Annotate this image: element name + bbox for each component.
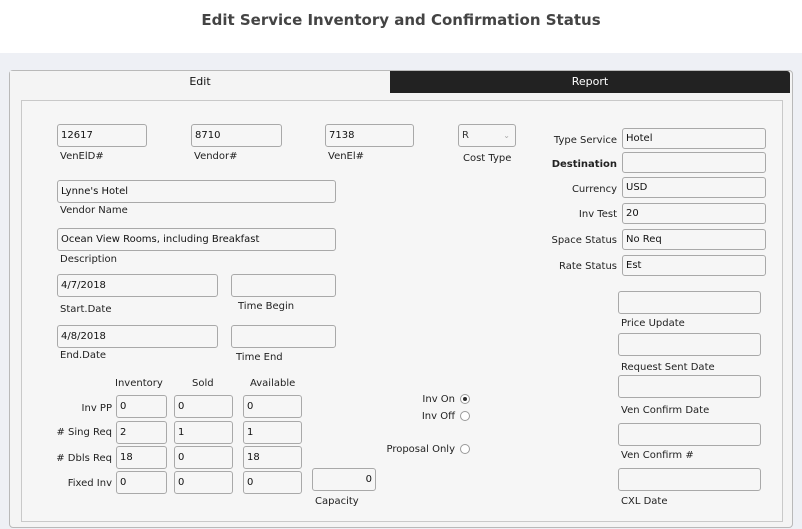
capacity-input[interactable]: 0 <box>312 468 376 491</box>
tab-report[interactable]: Report <box>390 71 790 93</box>
inv-on-label: Inv On <box>422 394 455 405</box>
time-end-label: Time End <box>236 352 283 363</box>
proposal-only-radio[interactable] <box>460 444 470 454</box>
type-service-label: Type Service <box>553 135 617 146</box>
time-end-input[interactable] <box>231 325 336 348</box>
vendor-label: Vendor# <box>194 151 238 162</box>
cost-type-select[interactable]: R ⌄ <box>458 124 516 147</box>
inv-test-input[interactable]: 20 <box>622 203 766 224</box>
available-header: Available <box>250 378 296 389</box>
fixed-inv-sold-input[interactable]: 0 <box>174 471 233 494</box>
inv-pp-label: Inv PP <box>81 403 112 414</box>
fixed-inv-inventory-input[interactable]: 0 <box>116 471 167 494</box>
destination-label: Destination <box>551 159 617 170</box>
chevron-down-icon: ⌄ <box>503 131 510 140</box>
cost-type-value: R <box>462 130 469 141</box>
description-input[interactable]: Ocean View Rooms, including Breakfast <box>57 228 336 251</box>
inv-pp-inventory-input[interactable]: 0 <box>116 395 167 418</box>
end-date-label: End.Date <box>60 350 107 361</box>
destination-input[interactable] <box>622 152 766 173</box>
vendor-name-label: Vendor Name <box>60 205 128 216</box>
inv-on-radio[interactable] <box>460 394 470 404</box>
inv-pp-sold-input[interactable]: 0 <box>174 395 233 418</box>
fixed-inv-available-input[interactable]: 0 <box>243 471 302 494</box>
price-update-label: Price Update <box>621 318 685 329</box>
type-service-input[interactable]: Hotel <box>622 128 766 149</box>
request-sent-date-label: Request Sent Date <box>621 362 715 373</box>
inv-off-radio[interactable] <box>460 411 470 421</box>
rate-status-input[interactable]: Est <box>622 255 766 276</box>
ven-confirm-date-label: Ven Confirm Date <box>621 405 710 416</box>
end-date-input[interactable]: 4/8/2018 <box>57 325 218 348</box>
sing-req-inventory-input[interactable]: 2 <box>116 421 167 444</box>
dbls-req-inventory-input[interactable]: 18 <box>116 446 167 469</box>
venelid-input[interactable]: 12617 <box>57 124 147 147</box>
venelid-label: VenElD# <box>60 151 104 162</box>
price-update-input[interactable] <box>618 291 761 314</box>
inventory-header: Inventory <box>115 378 163 389</box>
time-begin-label: Time Begin <box>238 301 295 312</box>
vendor-input[interactable]: 8710 <box>191 124 282 147</box>
ven-confirm-number-input[interactable] <box>618 423 761 446</box>
ven-confirm-number-label: Ven Confirm # <box>621 450 694 461</box>
request-sent-date-input[interactable] <box>618 333 761 356</box>
sing-req-sold-input[interactable]: 1 <box>174 421 233 444</box>
inv-pp-available-input[interactable]: 0 <box>243 395 302 418</box>
dbls-req-available-input[interactable]: 18 <box>243 446 302 469</box>
cxl-date-input[interactable] <box>618 468 761 491</box>
inv-test-label: Inv Test <box>578 209 617 220</box>
ven-confirm-date-input[interactable] <box>618 375 761 398</box>
tab-edit[interactable]: Edit <box>10 71 390 93</box>
proposal-only-label: Proposal Only <box>386 444 455 455</box>
dbls-req-label: # Dbls Req <box>56 453 112 464</box>
description-label: Description <box>60 254 117 265</box>
space-status-input[interactable]: No Req <box>622 229 766 250</box>
currency-label: Currency <box>571 184 617 195</box>
space-status-label: Space Status <box>551 235 617 246</box>
venel-input[interactable]: 7138 <box>325 124 414 147</box>
currency-input[interactable]: USD <box>622 177 766 198</box>
start-date-input[interactable]: 4/7/2018 <box>57 274 218 297</box>
cost-type-label: Cost Type <box>463 153 512 164</box>
start-date-label: Start.Date <box>60 304 112 315</box>
venel-label: VenEl# <box>328 151 365 162</box>
capacity-label: Capacity <box>315 496 359 507</box>
cxl-date-label: CXL Date <box>621 496 668 507</box>
vendor-name-input[interactable]: Lynne's Hotel <box>57 180 336 203</box>
sold-header: Sold <box>192 378 214 389</box>
dbls-req-sold-input[interactable]: 0 <box>174 446 233 469</box>
sing-req-available-input[interactable]: 1 <box>243 421 302 444</box>
inv-off-label: Inv Off <box>421 411 455 422</box>
time-begin-input[interactable] <box>231 274 336 297</box>
rate-status-label: Rate Status <box>559 261 617 272</box>
page-title: Edit Service Inventory and Confirmation … <box>201 11 601 29</box>
fixed-inv-label: Fixed Inv <box>67 478 112 489</box>
sing-req-label: # Sing Req <box>56 427 112 438</box>
